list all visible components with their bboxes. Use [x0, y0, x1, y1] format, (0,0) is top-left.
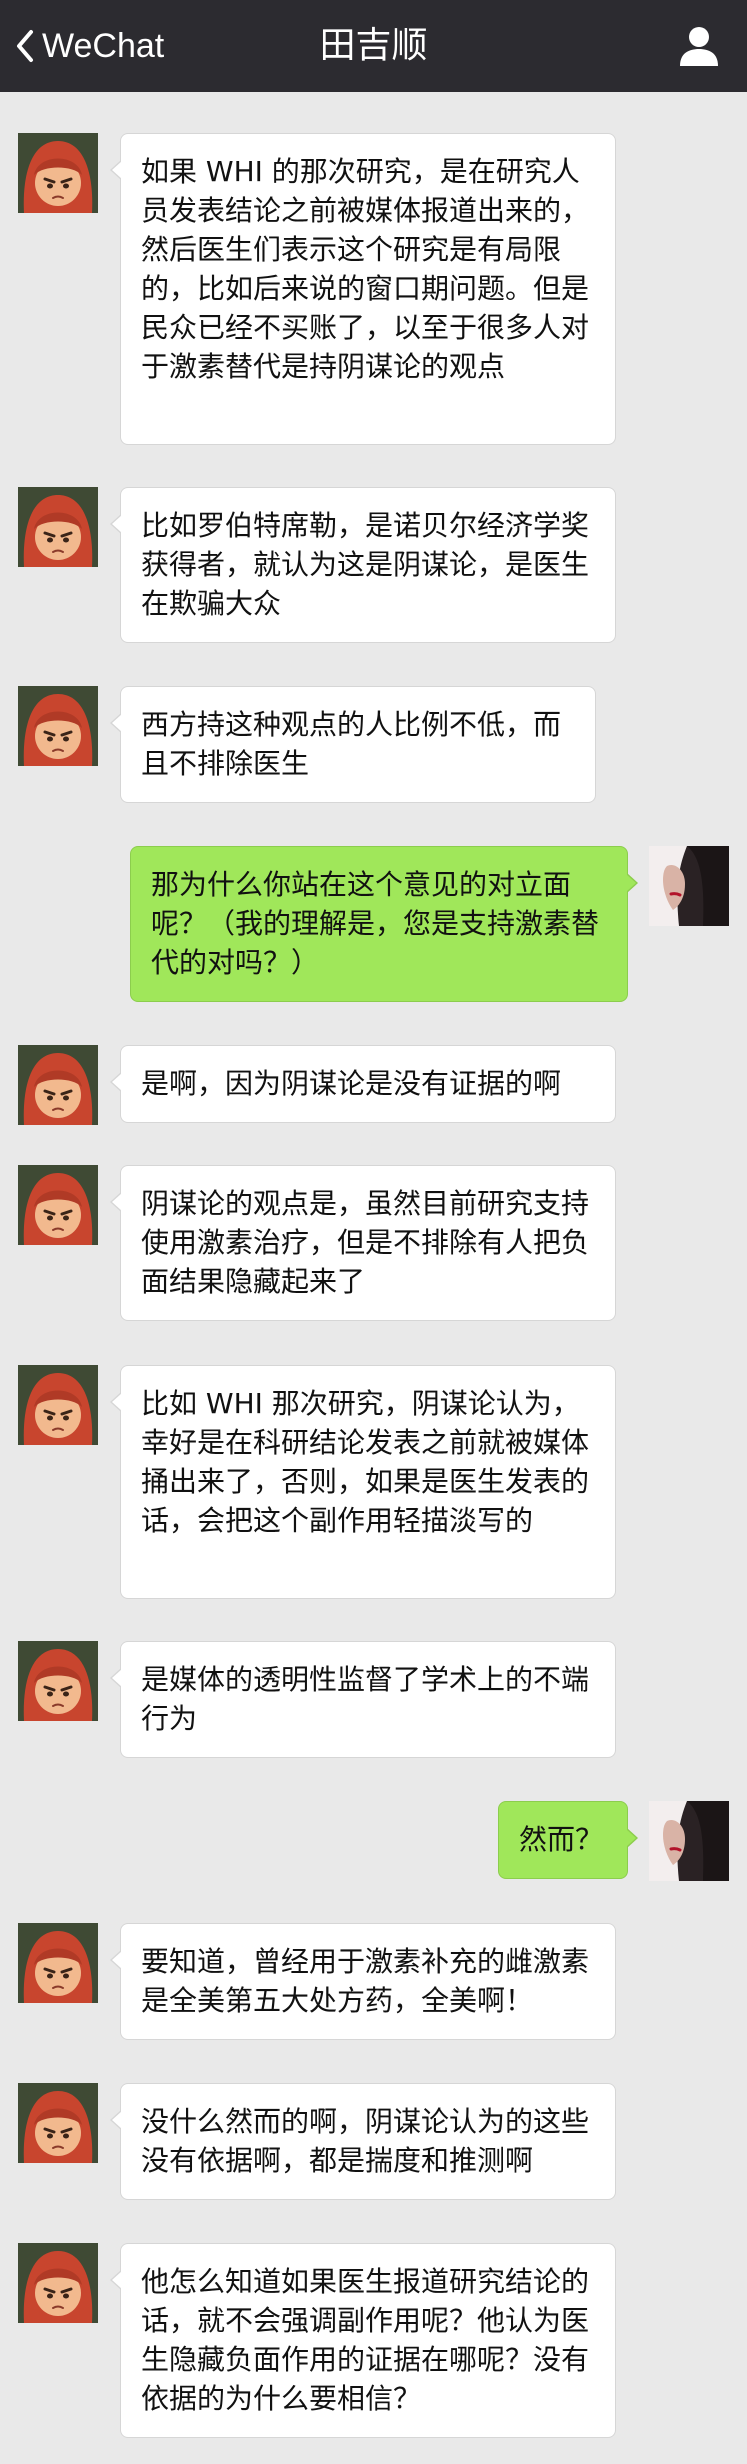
- message-bubble[interactable]: 西方持这种观点的人比例不低，而且不排除医生: [110, 686, 596, 803]
- message-bubble[interactable]: 要知道，曾经用于激素补充的雌激素是全美第五大处方药，全美啊！: [110, 1923, 616, 2040]
- message-bubble[interactable]: 比如罗伯特席勒，是诺贝尔经济学奖获得者，就认为这是阴谋论，是医生在欺骗大众: [110, 487, 616, 643]
- contact-avatar[interactable]: [18, 686, 98, 766]
- message-received: 西方持这种观点的人比例不低，而且不排除医生: [0, 686, 747, 803]
- message-received: 是啊，因为阴谋论是没有证据的啊: [0, 1045, 747, 1125]
- contact-avatar[interactable]: [18, 1923, 98, 2003]
- contact-avatar[interactable]: [18, 487, 98, 567]
- message-text: 如果 WHI 的那次研究，是在研究人员发表结论之前被媒体报道出来的，然后医生们表…: [141, 155, 590, 383]
- message-text: 比如 WHI 那次研究，阴谋论认为，幸好是在科研结论发表之前就被媒体捅出来了，否…: [141, 1387, 590, 1537]
- profile-button[interactable]: [677, 24, 721, 68]
- message-text: 阴谋论的观点是，虽然目前研究支持使用激素治疗，但是不排除有人把负面结果隐藏起来了: [141, 1187, 590, 1298]
- chat-title: 田吉顺: [319, 25, 428, 66]
- message-text: 然而？: [519, 1823, 604, 1856]
- message-text: 他怎么知道如果医生报道研究结论的话，就不会强调副作用呢？他认为医生隐藏负面作用的…: [141, 2265, 590, 2415]
- message-bubble[interactable]: 如果 WHI 的那次研究，是在研究人员发表结论之前被媒体报道出来的，然后医生们表…: [110, 133, 616, 445]
- message-received: 阴谋论的观点是，虽然目前研究支持使用激素治疗，但是不排除有人把负面结果隐藏起来了: [0, 1165, 747, 1321]
- message-bubble[interactable]: 比如 WHI 那次研究，阴谋论认为，幸好是在科研结论发表之前就被媒体捅出来了，否…: [110, 1365, 616, 1599]
- message-received: 要知道，曾经用于激素补充的雌激素是全美第五大处方药，全美啊！: [0, 1923, 747, 2040]
- my-avatar[interactable]: [649, 846, 729, 926]
- message-bubble[interactable]: 是啊，因为阴谋论是没有证据的啊: [110, 1045, 616, 1123]
- contact-avatar[interactable]: [18, 1365, 98, 1445]
- contact-avatar[interactable]: [18, 2243, 98, 2323]
- message-sent: 那为什么你站在这个意见的对立面呢？（我的理解是，您是支持激素替代的对吗？）: [0, 846, 747, 1002]
- message-text: 西方持这种观点的人比例不低，而且不排除医生: [141, 708, 562, 780]
- message-received: 没什么然而的啊，阴谋论认为的这些没有依据啊，都是揣度和推测啊: [0, 2083, 747, 2200]
- message-text: 那为什么你站在这个意见的对立面呢？（我的理解是，您是支持激素替代的对吗？）: [151, 868, 600, 979]
- message-bubble[interactable]: 阴谋论的观点是，虽然目前研究支持使用激素治疗，但是不排除有人把负面结果隐藏起来了: [110, 1165, 616, 1321]
- message-received: 是媒体的透明性监督了学术上的不端行为: [0, 1641, 747, 1758]
- contact-avatar[interactable]: [18, 1045, 98, 1125]
- message-received: 他怎么知道如果医生报道研究结论的话，就不会强调副作用呢？他认为医生隐藏负面作用的…: [0, 2243, 747, 2438]
- message-bubble[interactable]: 然而？: [498, 1801, 638, 1879]
- person-icon: [680, 27, 718, 66]
- message-received: 比如罗伯特席勒，是诺贝尔经济学奖获得者，就认为这是阴谋论，是医生在欺骗大众: [0, 487, 747, 643]
- message-bubble[interactable]: 没什么然而的啊，阴谋论认为的这些没有依据啊，都是揣度和推测啊: [110, 2083, 616, 2200]
- contact-avatar[interactable]: [18, 1641, 98, 1721]
- message-text: 要知道，曾经用于激素补充的雌激素是全美第五大处方药，全美啊！: [141, 1945, 590, 2017]
- message-received: 如果 WHI 的那次研究，是在研究人员发表结论之前被媒体报道出来的，然后医生们表…: [0, 133, 747, 445]
- message-text: 比如罗伯特席勒，是诺贝尔经济学奖获得者，就认为这是阴谋论，是医生在欺骗大众: [141, 509, 590, 620]
- contact-avatar[interactable]: [18, 133, 98, 213]
- message-bubble[interactable]: 是媒体的透明性监督了学术上的不端行为: [110, 1641, 616, 1758]
- message-sent: 然而？: [0, 1801, 747, 1881]
- contact-avatar[interactable]: [18, 1165, 98, 1245]
- contact-avatar[interactable]: [18, 2083, 98, 2163]
- message-text: 是啊，因为阴谋论是没有证据的啊: [141, 1067, 562, 1100]
- message-received: 比如 WHI 那次研究，阴谋论认为，幸好是在科研结论发表之前就被媒体捅出来了，否…: [0, 1365, 747, 1599]
- message-text: 没什么然而的啊，阴谋论认为的这些没有依据啊，都是揣度和推测啊: [141, 2105, 590, 2177]
- message-text: 是媒体的透明性监督了学术上的不端行为: [141, 1663, 590, 1735]
- navbar: WeChat 田吉顺: [0, 0, 747, 92]
- my-avatar[interactable]: [649, 1801, 729, 1881]
- message-bubble[interactable]: 他怎么知道如果医生报道研究结论的话，就不会强调副作用呢？他认为医生隐藏负面作用的…: [110, 2243, 616, 2438]
- message-bubble[interactable]: 那为什么你站在这个意见的对立面呢？（我的理解是，您是支持激素替代的对吗？）: [130, 846, 638, 1002]
